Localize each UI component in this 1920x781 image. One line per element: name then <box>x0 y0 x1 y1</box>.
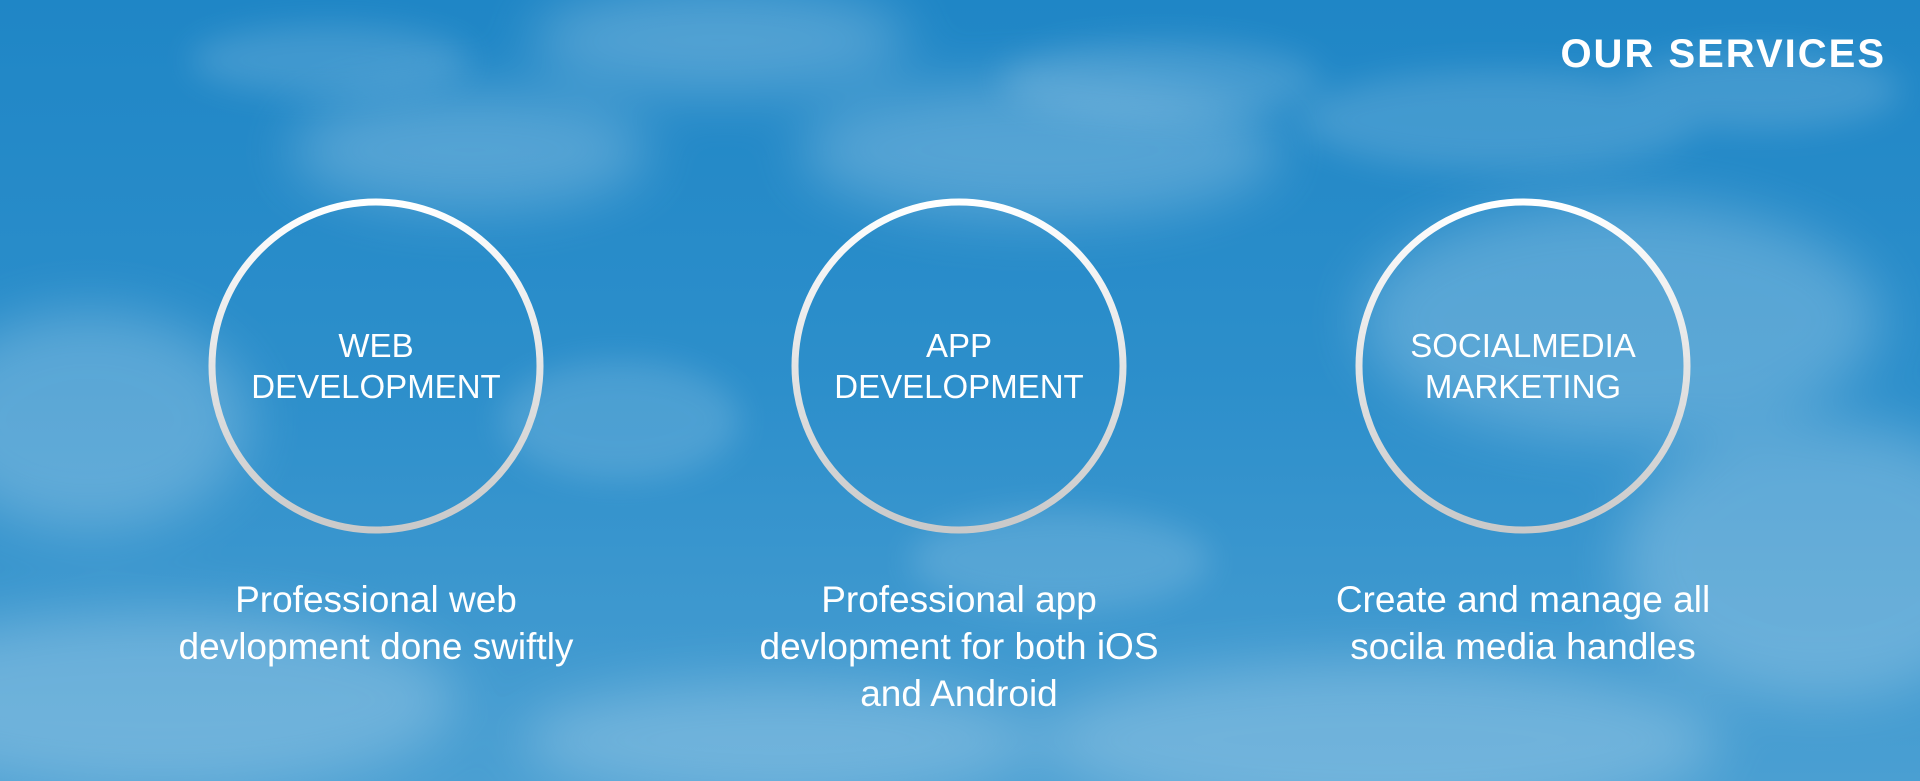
service-title-line: MARKETING <box>1424 368 1622 405</box>
service-title-line: APP <box>925 327 993 364</box>
service-card-web-development: WEB DEVELOPMENT Professional web devlopm… <box>156 198 596 670</box>
service-description: Professional app devlopment for both iOS… <box>739 576 1179 717</box>
service-title: APP DEVELOPMENT <box>791 198 1127 534</box>
service-description-line: socila media handles <box>1350 626 1696 667</box>
service-ring: SOCIALMEDIA MARKETING <box>1355 198 1691 534</box>
service-ring: WEB DEVELOPMENT <box>208 198 544 534</box>
service-title: SOCIALMEDIA MARKETING <box>1355 198 1691 534</box>
service-title: WEB DEVELOPMENT <box>208 198 544 534</box>
service-ring: APP DEVELOPMENT <box>791 198 1127 534</box>
service-title-line: WEB <box>338 327 414 364</box>
service-description-line: Professional app <box>821 579 1097 620</box>
service-card-app-development: APP DEVELOPMENT Professional app devlopm… <box>739 198 1179 717</box>
service-description-line: devlopment done swiftly <box>178 626 574 667</box>
services-page: OUR SERVICES WEB DEVELOPMENT Professiona… <box>0 0 1920 781</box>
page-title: OUR SERVICES <box>1560 32 1886 76</box>
service-description-line: devlopment for both iOS <box>759 626 1159 667</box>
service-description-line: Professional web <box>235 579 517 620</box>
service-title-line: SOCIALMEDIA <box>1410 327 1636 364</box>
service-description: Create and manage all socila media handl… <box>1303 576 1743 670</box>
service-description-line: and Android <box>860 673 1058 714</box>
service-description-line: Create and manage all <box>1335 579 1711 620</box>
service-card-socialmedia-marketing: SOCIALMEDIA MARKETING Create and manage … <box>1303 198 1743 670</box>
service-title-line: DEVELOPMENT <box>251 368 501 405</box>
service-title-line: DEVELOPMENT <box>834 368 1084 405</box>
service-description: Professional web devlopment done swiftly <box>156 576 596 670</box>
